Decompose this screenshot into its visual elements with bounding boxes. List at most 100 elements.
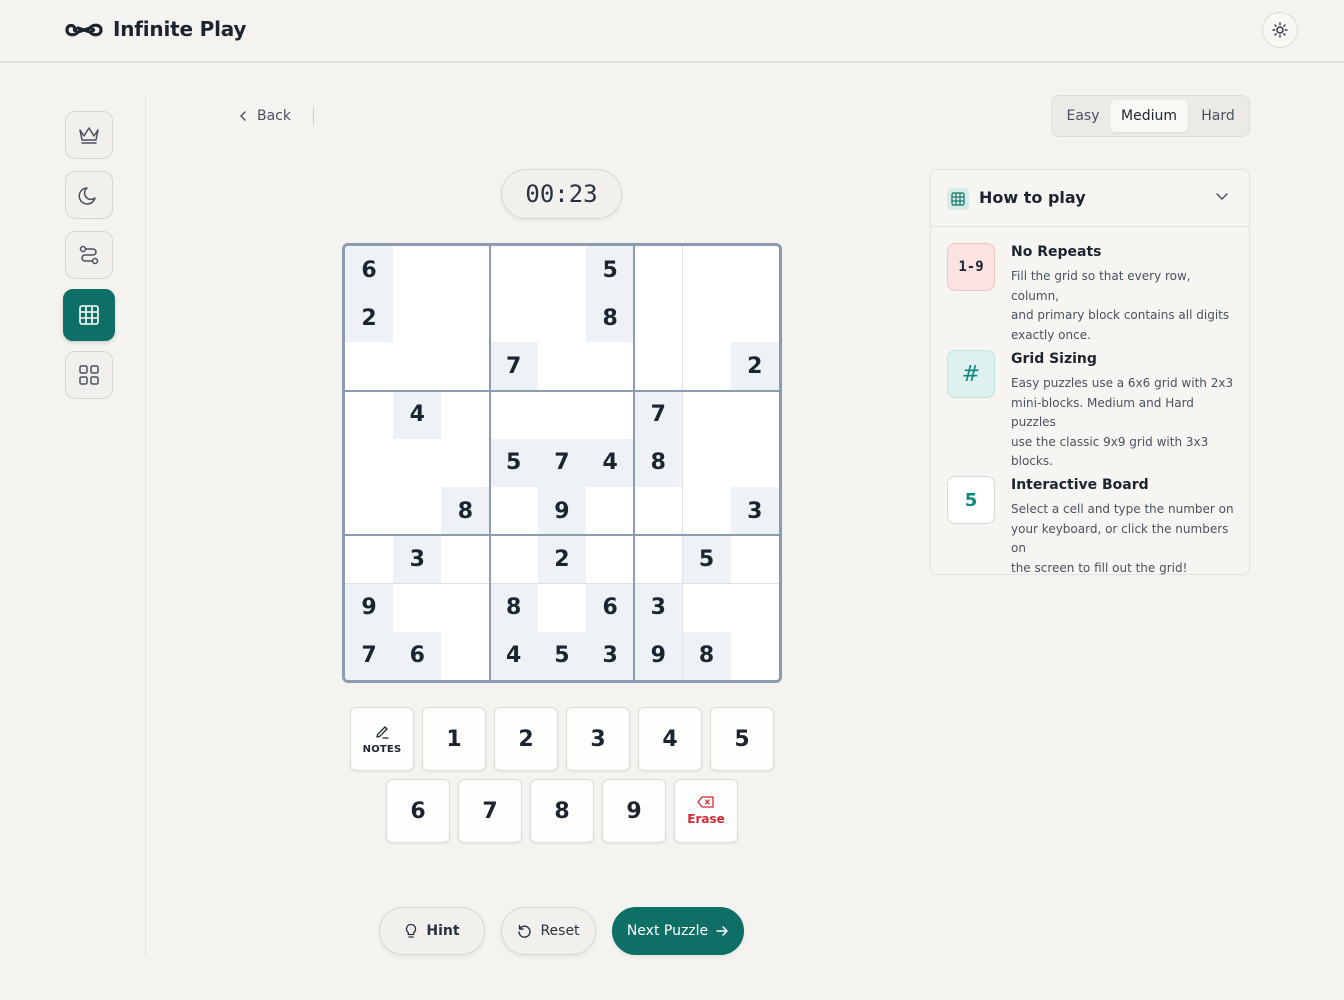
sudoku-cell-r7c1[interactable] xyxy=(345,535,394,585)
sudoku-cell-r8c6[interactable]: 6 xyxy=(586,583,636,633)
sudoku-cell-r1c5[interactable] xyxy=(537,246,587,295)
sudoku-cell-r6c4[interactable] xyxy=(489,487,539,537)
sudoku-cell-r6c5[interactable]: 9 xyxy=(537,487,587,537)
sudoku-cell-r7c4[interactable] xyxy=(489,535,539,585)
sudoku-cell-r3c4[interactable]: 7 xyxy=(489,342,539,392)
notes-button[interactable]: NOTES xyxy=(350,707,414,771)
sudoku-cell-r8c5[interactable] xyxy=(537,583,587,633)
sudoku-cell-r4c9[interactable] xyxy=(730,390,779,440)
pad-number-5[interactable]: 5 xyxy=(710,707,774,771)
sudoku-cell-r1c2[interactable] xyxy=(393,246,443,295)
sudoku-cell-r6c8[interactable] xyxy=(682,487,732,537)
sudoku-cell-r6c7[interactable] xyxy=(634,487,684,537)
sudoku-cell-r7c6[interactable] xyxy=(586,535,636,585)
sudoku-cell-r4c7[interactable]: 7 xyxy=(634,390,684,440)
sudoku-cell-r9c3[interactable] xyxy=(441,631,491,680)
sudoku-cell-r2c6[interactable]: 8 xyxy=(586,294,636,344)
sudoku-cell-r5c1[interactable] xyxy=(345,438,394,488)
sudoku-cell-r7c3[interactable] xyxy=(441,535,491,585)
back-button[interactable]: Back xyxy=(237,105,291,127)
sudoku-cell-r1c1[interactable]: 6 xyxy=(345,246,394,295)
sudoku-cell-r2c9[interactable] xyxy=(730,294,779,344)
next-puzzle-button[interactable]: Next Puzzle xyxy=(612,907,744,955)
sudoku-cell-r7c8[interactable]: 5 xyxy=(682,535,732,585)
sudoku-cell-r9c5[interactable]: 5 xyxy=(537,631,587,680)
sudoku-cell-r8c8[interactable] xyxy=(682,583,732,633)
pad-number-1[interactable]: 1 xyxy=(422,707,486,771)
sudoku-cell-r5c9[interactable] xyxy=(730,438,779,488)
sudoku-cell-r8c4[interactable]: 8 xyxy=(489,583,539,633)
sudoku-cell-r1c7[interactable] xyxy=(634,246,684,295)
sudoku-cell-r4c6[interactable] xyxy=(586,390,636,440)
reset-button[interactable]: Reset xyxy=(501,907,596,955)
sudoku-cell-r8c3[interactable] xyxy=(441,583,491,633)
sudoku-cell-r4c4[interactable] xyxy=(489,390,539,440)
sidebar-item-crown[interactable] xyxy=(65,111,113,159)
theme-toggle-button[interactable] xyxy=(1262,12,1298,48)
sidebar-item-sudoku[interactable] xyxy=(63,289,115,341)
sudoku-cell-r3c9[interactable]: 2 xyxy=(730,342,779,392)
sudoku-cell-r1c9[interactable] xyxy=(730,246,779,295)
erase-button[interactable]: Erase xyxy=(674,779,738,843)
sudoku-cell-r3c6[interactable] xyxy=(586,342,636,392)
sudoku-cell-r9c6[interactable]: 3 xyxy=(586,631,636,680)
pad-number-4[interactable]: 4 xyxy=(638,707,702,771)
sudoku-cell-r9c4[interactable]: 4 xyxy=(489,631,539,680)
sudoku-cell-r6c6[interactable] xyxy=(586,487,636,537)
how-to-play-header[interactable]: How to play xyxy=(931,170,1249,227)
difficulty-hard[interactable]: Hard xyxy=(1192,100,1244,132)
pad-number-9[interactable]: 9 xyxy=(602,779,666,843)
sudoku-cell-r2c7[interactable] xyxy=(634,294,684,344)
sudoku-cell-r8c2[interactable] xyxy=(393,583,443,633)
pad-number-6[interactable]: 6 xyxy=(386,779,450,843)
sudoku-cell-r7c5[interactable]: 2 xyxy=(537,535,587,585)
sudoku-cell-r3c8[interactable] xyxy=(682,342,732,392)
difficulty-medium[interactable]: Medium xyxy=(1110,100,1188,132)
pad-number-3[interactable]: 3 xyxy=(566,707,630,771)
sudoku-cell-r5c5[interactable]: 7 xyxy=(537,438,587,488)
sudoku-cell-r3c2[interactable] xyxy=(393,342,443,392)
sudoku-cell-r1c3[interactable] xyxy=(441,246,491,295)
sidebar-item-moon[interactable] xyxy=(65,171,113,219)
sudoku-cell-r7c2[interactable]: 3 xyxy=(393,535,443,585)
sudoku-cell-r2c2[interactable] xyxy=(393,294,443,344)
sudoku-cell-r9c2[interactable]: 6 xyxy=(393,631,443,680)
sidebar-item-apps[interactable] xyxy=(65,351,113,399)
sudoku-cell-r3c1[interactable] xyxy=(345,342,394,392)
sudoku-cell-r6c3[interactable]: 8 xyxy=(441,487,491,537)
sudoku-cell-r8c1[interactable]: 9 xyxy=(345,583,394,633)
sudoku-cell-r9c9[interactable] xyxy=(730,631,779,680)
sudoku-cell-r1c6[interactable]: 5 xyxy=(586,246,636,295)
pad-number-2[interactable]: 2 xyxy=(494,707,558,771)
sudoku-cell-r2c5[interactable] xyxy=(537,294,587,344)
sudoku-cell-r3c5[interactable] xyxy=(537,342,587,392)
sidebar-item-route[interactable] xyxy=(65,231,113,279)
sudoku-cell-r9c7[interactable]: 9 xyxy=(634,631,684,680)
sudoku-cell-r2c3[interactable] xyxy=(441,294,491,344)
sudoku-cell-r1c8[interactable] xyxy=(682,246,732,295)
sudoku-cell-r4c5[interactable] xyxy=(537,390,587,440)
sudoku-cell-r5c7[interactable]: 8 xyxy=(634,438,684,488)
sudoku-cell-r2c8[interactable] xyxy=(682,294,732,344)
sudoku-cell-r5c3[interactable] xyxy=(441,438,491,488)
hint-button[interactable]: Hint xyxy=(379,907,485,955)
sudoku-cell-r4c8[interactable] xyxy=(682,390,732,440)
sudoku-cell-r3c7[interactable] xyxy=(634,342,684,392)
pad-number-8[interactable]: 8 xyxy=(530,779,594,843)
sudoku-cell-r5c8[interactable] xyxy=(682,438,732,488)
difficulty-easy[interactable]: Easy xyxy=(1060,100,1106,132)
sudoku-cell-r4c2[interactable]: 4 xyxy=(393,390,443,440)
sudoku-cell-r2c1[interactable]: 2 xyxy=(345,294,394,344)
sudoku-cell-r8c7[interactable]: 3 xyxy=(634,583,684,633)
sudoku-cell-r3c3[interactable] xyxy=(441,342,491,392)
sudoku-cell-r4c3[interactable] xyxy=(441,390,491,440)
sudoku-cell-r8c9[interactable] xyxy=(730,583,779,633)
sudoku-cell-r2c4[interactable] xyxy=(489,294,539,344)
sudoku-cell-r1c4[interactable] xyxy=(489,246,539,295)
sudoku-cell-r5c6[interactable]: 4 xyxy=(586,438,636,488)
sudoku-cell-r4c1[interactable] xyxy=(345,390,394,440)
sudoku-cell-r5c2[interactable] xyxy=(393,438,443,488)
sudoku-cell-r7c7[interactable] xyxy=(634,535,684,585)
sudoku-cell-r6c1[interactable] xyxy=(345,487,394,537)
sudoku-cell-r9c1[interactable]: 7 xyxy=(345,631,394,680)
